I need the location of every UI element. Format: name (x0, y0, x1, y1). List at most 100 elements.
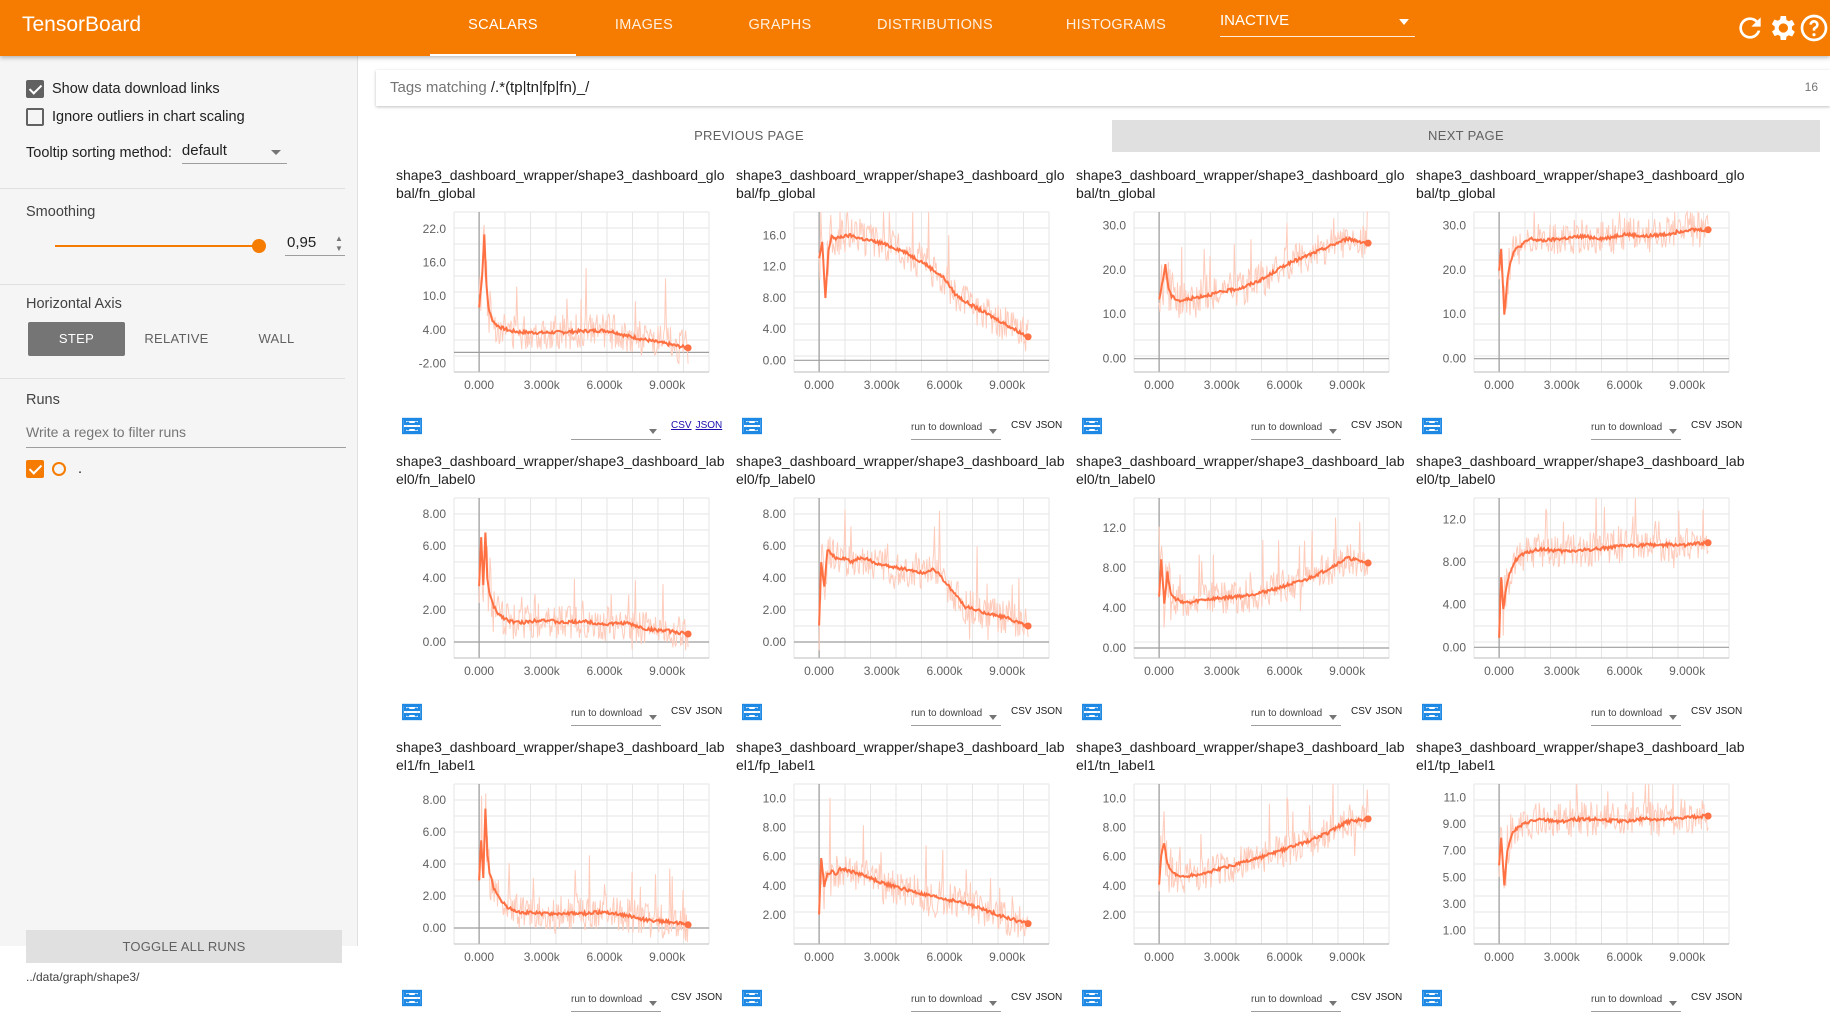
tag-filter-prefix: Tags matching (390, 79, 491, 96)
chart-plot[interactable]: 1.00 3.00 5.00 7.00 9.00 11.0 0.000 3.000k 6.000… (1396, 738, 1736, 978)
fit-domain-icon[interactable] (1422, 417, 1442, 435)
chart-plot[interactable]: 0.00 2.00 4.00 6.00 8.00 0.000 3.000k 6.000k 9.0… (376, 452, 716, 692)
settings-icon[interactable] (1766, 12, 1798, 44)
y-tick-label: 0.00 (1443, 352, 1467, 366)
run-to-download-select[interactable]: run to download (1591, 422, 1681, 440)
toggle-all-runs-button[interactable]: TOGGLE ALL RUNS (26, 930, 342, 963)
run-to-download-select[interactable]: run to download (911, 708, 1001, 726)
y-tick-label: 8.00 (1103, 561, 1127, 575)
run-to-download-select[interactable]: run to download (1251, 994, 1341, 1012)
fit-domain-icon[interactable] (742, 417, 762, 435)
fit-domain-icon[interactable] (1082, 703, 1102, 721)
fit-domain-icon[interactable] (1422, 703, 1442, 721)
csv-download-link[interactable]: CSV (1691, 420, 1712, 431)
spinner-arrows-icon[interactable]: ▲ ▼ (335, 234, 345, 254)
chart-plot[interactable]: 0.00 4.00 8.00 12.0 0.000 3.000k 6.000k 9.000k (1056, 452, 1396, 692)
csv-download-link[interactable]: CSV (1691, 992, 1712, 1003)
csv-download-link[interactable]: CSV (1351, 420, 1372, 431)
tab-graphs[interactable]: GRAPHS (712, 0, 848, 56)
fit-domain-icon[interactable] (402, 989, 422, 1007)
chart-plot[interactable]: 0.00 2.00 4.00 6.00 8.00 0.000 3.000k 6.000k 9.0… (716, 452, 1056, 692)
next-page-button[interactable]: NEXT PAGE (1112, 120, 1820, 152)
chart-plot[interactable]: 0.00 10.0 20.0 30.0 0.000 3.000k 6.000k 9.000k (1396, 166, 1736, 406)
csv-download-link[interactable]: CSV (671, 992, 692, 1003)
run-to-download-label: run to download (911, 994, 983, 1005)
x-tick-label: 0.000 (804, 378, 834, 392)
x-tick-label: 3.000k (1204, 664, 1241, 678)
fit-domain-icon[interactable] (402, 703, 422, 721)
json-download-link[interactable]: JSON (1716, 706, 1743, 717)
chart-plot[interactable]: 0.00 4.00 8.00 12.0 16.0 0.000 3.000k 6.000k 9.0… (716, 166, 1056, 406)
chevron-down-icon (1669, 1001, 1677, 1006)
inactive-plugins-select[interactable]: INACTIVE (1220, 12, 1415, 37)
chevron-down-icon (1329, 429, 1337, 434)
csv-download-link[interactable]: CSV (671, 420, 692, 431)
run-item[interactable]: . (26, 460, 82, 478)
smoothing-slider-track[interactable] (55, 245, 260, 247)
fit-domain-icon[interactable] (742, 703, 762, 721)
csv-download-link[interactable]: CSV (1351, 706, 1372, 717)
run-to-download-select[interactable]: run to download (911, 422, 1001, 440)
chart-plot[interactable]: 0.00 10.0 20.0 30.0 0.000 3.000k 6.000k 9.000k (1056, 166, 1396, 406)
x-tick-label: 3.000k (1544, 378, 1581, 392)
chart-plot[interactable]: 2.00 4.00 6.00 8.00 10.0 0.000 3.000k 6.000k 9.0… (1056, 738, 1396, 978)
y-tick-label: 2.00 (763, 603, 787, 617)
chart-plot[interactable]: 2.00 4.00 6.00 8.00 10.0 0.000 3.000k 6.000k 9.0… (716, 738, 1056, 978)
tab-distributions[interactable]: DISTRIBUTIONS (848, 0, 1022, 56)
y-tick-label: 8.00 (763, 291, 787, 305)
series-endpoint (684, 921, 692, 929)
run-to-download-select[interactable]: run to download (571, 708, 661, 726)
fit-domain-icon[interactable] (742, 989, 762, 1007)
fit-domain-icon[interactable] (1422, 989, 1442, 1007)
axis-relative-button[interactable]: RELATIVE (128, 322, 225, 356)
chart-plot[interactable]: -2.00 4.00 10.0 16.0 22.0 0.000 3.000k 6.000k 9.… (376, 166, 716, 406)
chart-plot[interactable]: 0.00 4.00 8.00 12.0 0.000 3.000k 6.000k 9.000k (1396, 452, 1736, 692)
ignore-outliers-label: Ignore outliers in chart scaling (52, 109, 245, 125)
y-tick-label: 0.00 (423, 921, 447, 935)
fit-domain-icon[interactable] (1082, 989, 1102, 1007)
run-to-download-select[interactable] (571, 422, 661, 440)
tab-images[interactable]: IMAGES (576, 0, 712, 56)
x-tick-label: 3.000k (1544, 950, 1581, 964)
tag-filter-bar[interactable]: Tags matching /.*(tp|tn|fp|fn)_/ 16 (376, 70, 1830, 106)
fit-domain-icon[interactable] (402, 417, 422, 435)
run-to-download-select[interactable]: run to download (1591, 994, 1681, 1012)
run-to-download-select[interactable]: run to download (911, 994, 1001, 1012)
axis-step-button[interactable]: STEP (28, 322, 125, 356)
csv-download-link[interactable]: CSV (1691, 706, 1712, 717)
run-to-download-label: run to download (571, 708, 643, 719)
axis-wall-button[interactable]: WALL (228, 322, 325, 356)
run-to-download-select[interactable]: run to download (571, 994, 661, 1012)
csv-download-link[interactable]: CSV (1011, 420, 1032, 431)
json-download-link[interactable]: JSON (1716, 420, 1743, 431)
y-tick-label: 8.00 (423, 507, 447, 521)
csv-download-link[interactable]: CSV (671, 706, 692, 717)
y-tick-label: 2.00 (1103, 908, 1127, 922)
csv-download-link[interactable]: CSV (1351, 992, 1372, 1003)
csv-download-link[interactable]: CSV (1011, 992, 1032, 1003)
tab-scalars[interactable]: SCALARS (430, 0, 576, 56)
run-to-download-select[interactable]: run to download (1591, 708, 1681, 726)
show-download-links-checkbox[interactable]: Show data download links (26, 80, 220, 98)
y-tick-label: 10.0 (1103, 792, 1127, 806)
previous-page-button[interactable]: PREVIOUS PAGE (394, 120, 1104, 152)
chart-plot[interactable]: 0.00 2.00 4.00 6.00 8.00 0.000 3.000k 6.000k 9.0… (376, 738, 716, 978)
smoothing-input[interactable]: 0,95 ▲ ▼ (285, 234, 345, 256)
refresh-icon[interactable] (1734, 12, 1766, 44)
series-endpoint (1704, 539, 1712, 547)
help-icon[interactable] (1798, 12, 1830, 44)
tooltip-sort-select[interactable]: default (181, 142, 287, 164)
smoothing-slider-handle[interactable] (252, 239, 266, 253)
x-tick-label: 0.000 (464, 664, 494, 678)
json-download-link[interactable]: JSON (1716, 992, 1743, 1003)
run-to-download-select[interactable]: run to download (1251, 422, 1341, 440)
run-to-download-select[interactable]: run to download (1251, 708, 1341, 726)
fit-domain-icon[interactable] (1082, 417, 1102, 435)
csv-download-link[interactable]: CSV (1011, 706, 1032, 717)
x-tick-label: 9.000k (649, 950, 686, 964)
ignore-outliers-checkbox[interactable]: Ignore outliers in chart scaling (26, 108, 245, 126)
runs-filter-input[interactable]: Write a regex to filter runs (26, 424, 346, 448)
tab-histograms[interactable]: HISTOGRAMS (1022, 0, 1210, 56)
run-color-circle-icon[interactable] (52, 462, 66, 476)
y-tick-label: 8.00 (1103, 821, 1127, 835)
